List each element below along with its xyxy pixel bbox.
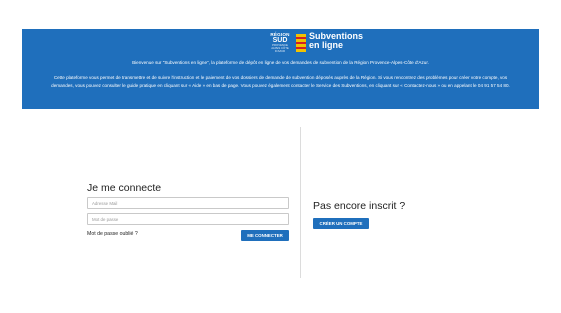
signup-panel: Pas encore inscrit ? CRÉER UN COMPTE (313, 200, 463, 230)
create-account-button[interactable]: CRÉER UN COMPTE (313, 218, 369, 229)
crest-icon (296, 34, 306, 52)
platform-description: Cette plateforme vous permet de transmet… (51, 75, 510, 88)
region-tagline: PROVENCE ALPES CÔTE D'AZUR (271, 43, 289, 53)
login-actions: Mot de passe oublié ? ME CONNECTER (87, 230, 289, 244)
forgot-password-link[interactable]: Mot de passe oublié ? (87, 231, 138, 237)
email-field[interactable] (87, 197, 289, 209)
brand-title: Subventions en ligne (309, 32, 363, 50)
login-panel: Je me connecte Mot de passe oublié ? ME … (87, 182, 289, 244)
vertical-divider (300, 127, 301, 278)
site-logo[interactable]: RÉGION SUD PROVENCE ALPES CÔTE D'AZUR Su… (268, 32, 428, 60)
welcome-text: Bienvenue sur "Subventions en ligne", la… (132, 60, 429, 65)
password-field[interactable] (87, 213, 289, 225)
header-banner: RÉGION SUD PROVENCE ALPES CÔTE D'AZUR Su… (22, 29, 539, 109)
brand-line2: en ligne (309, 40, 344, 50)
login-button[interactable]: ME CONNECTER (241, 230, 289, 241)
login-title: Je me connecte (87, 182, 162, 194)
signup-title: Pas encore inscrit ? (313, 200, 406, 212)
region-sud-logo: RÉGION SUD PROVENCE ALPES CÔTE D'AZUR (268, 32, 292, 58)
